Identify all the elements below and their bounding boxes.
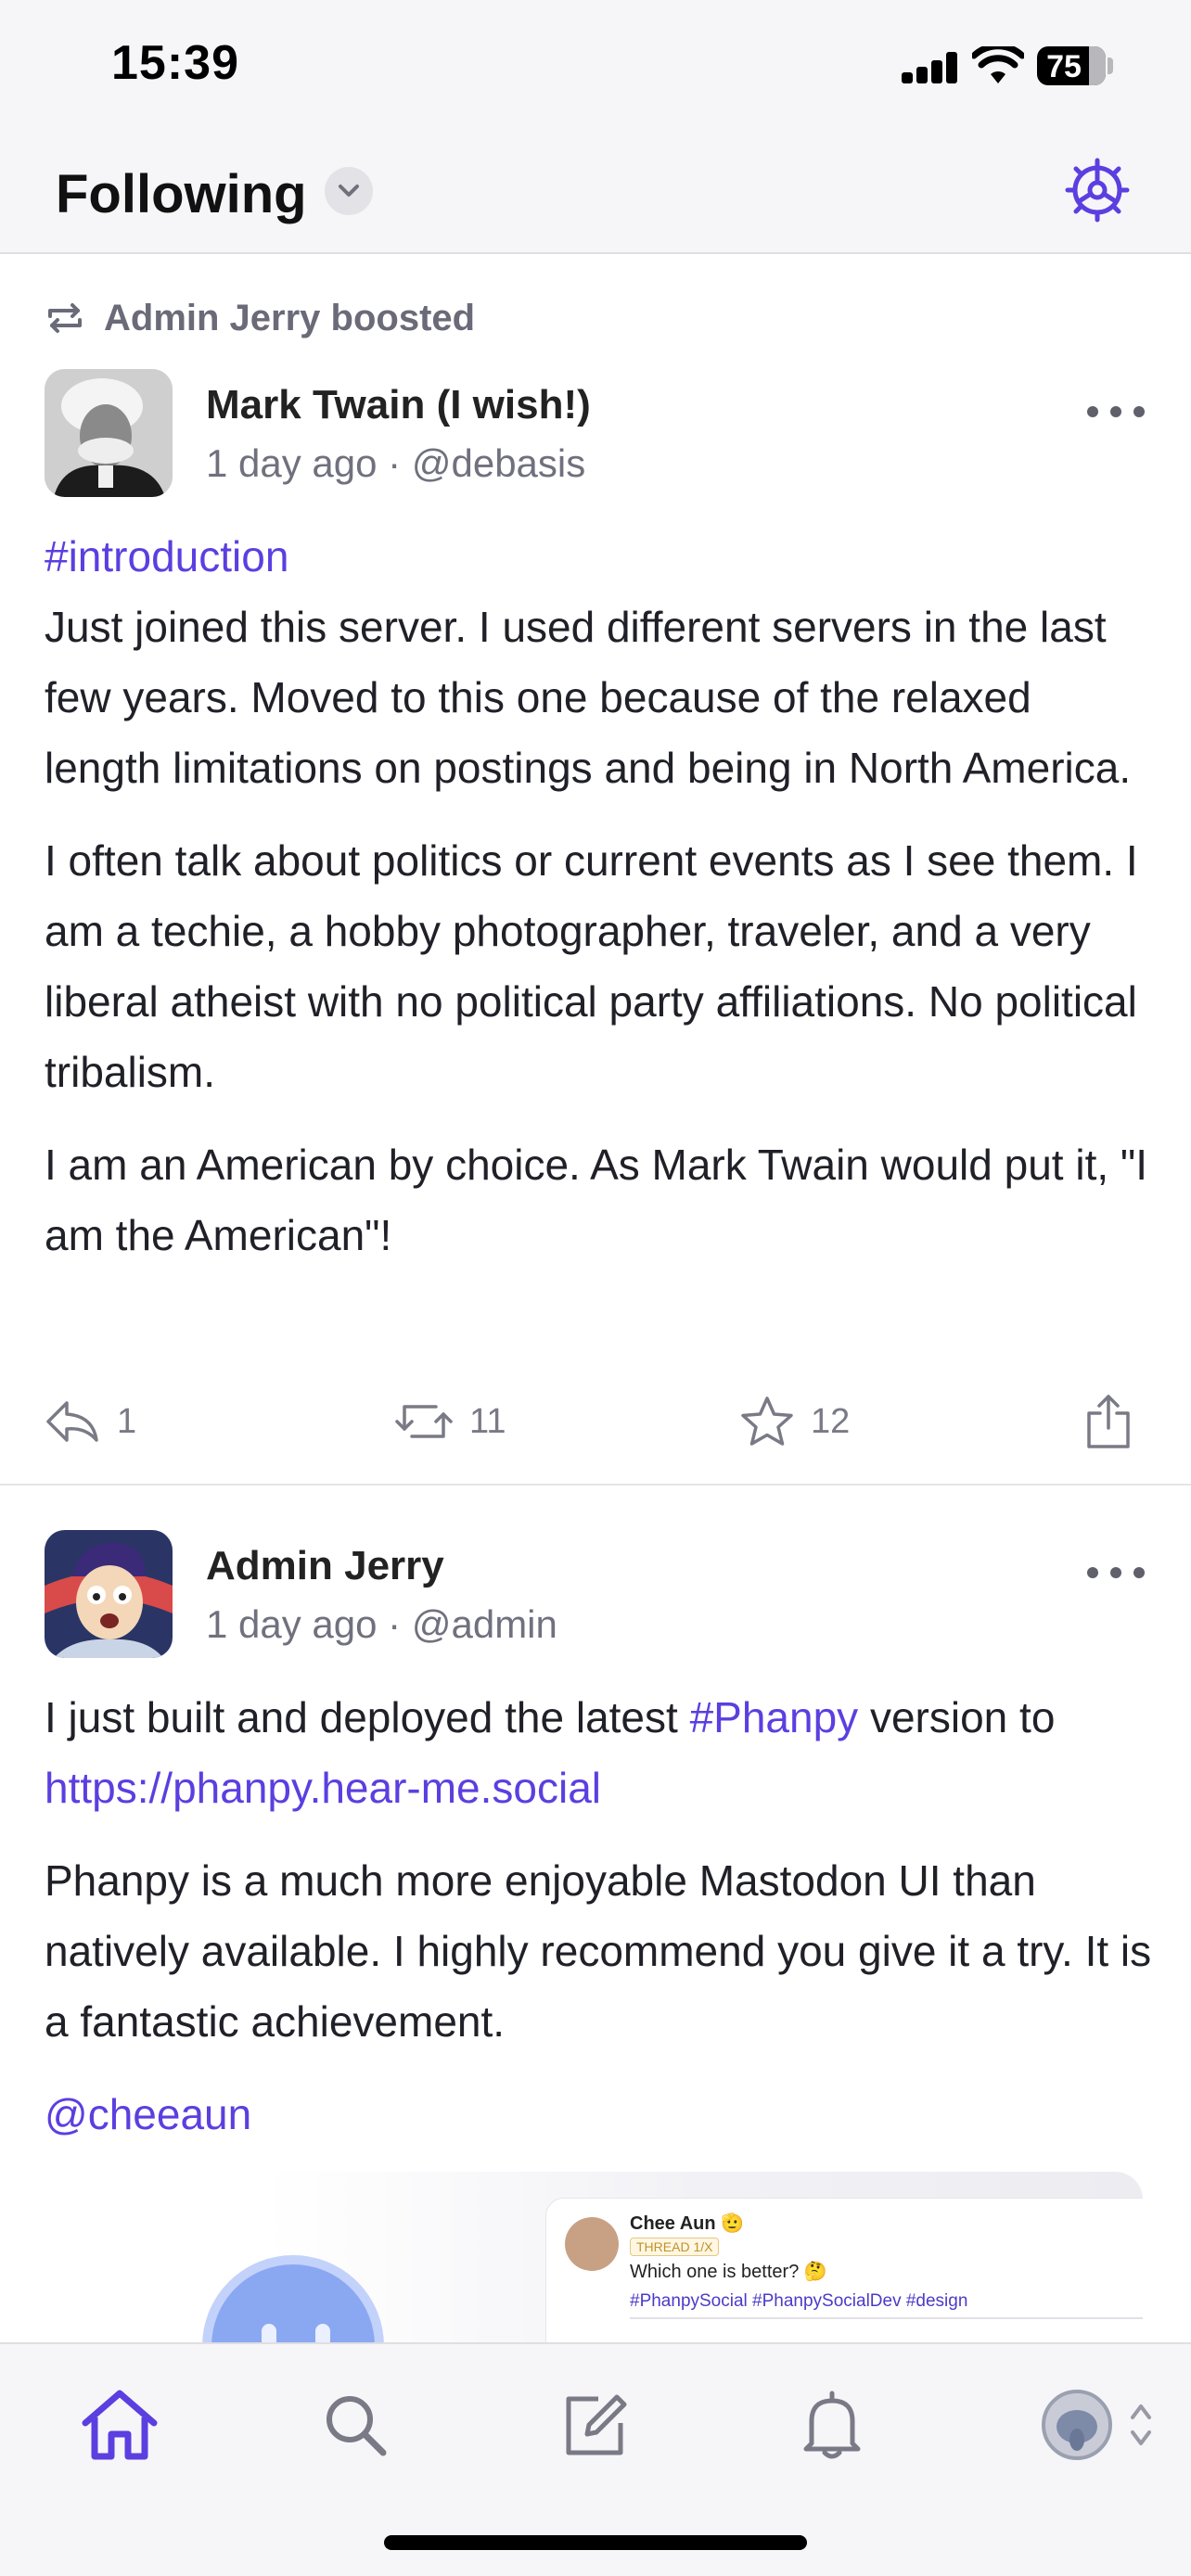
boost-indicator: Admin Jerry boosted: [45, 297, 475, 339]
reply-button[interactable]: 1: [45, 1380, 136, 1463]
boost-label: Admin Jerry boosted: [104, 297, 476, 338]
cellular-signal-icon: [902, 52, 959, 83]
hashtag-link[interactable]: #introduction: [45, 521, 1158, 592]
post-time[interactable]: 1 day ago: [206, 1602, 378, 1646]
paragraph-text: I just built and deployed the latest: [45, 1693, 690, 1741]
preview-screenshot: Chee Aun 🫡 THREAD 1/X Which one is bette…: [545, 2198, 1143, 2348]
paragraph-text: version to: [858, 1693, 1056, 1741]
search-icon: [327, 2396, 387, 2456]
post-paragraph: I just built and deployed the latest #Ph…: [45, 1682, 1158, 1823]
link-preview-card[interactable]: Chee Aun 🫡 THREAD 1/X Which one is bette…: [45, 2172, 1143, 2348]
post-paragraph: Just joined this server. I used differen…: [45, 603, 1132, 792]
author-name[interactable]: Mark Twain (I wish!): [206, 382, 591, 428]
tab-home[interactable]: [78, 2383, 161, 2467]
chevron-down-icon[interactable]: [325, 167, 373, 215]
tab-account-switcher[interactable]: [1028, 2383, 1167, 2467]
bell-icon: [803, 2391, 861, 2459]
tab-search[interactable]: [314, 2383, 397, 2467]
share-button[interactable]: [1083, 1380, 1150, 1463]
author-handle[interactable]: @debasis: [412, 441, 585, 485]
boost-icon: [48, 303, 82, 333]
boost-count: 11: [469, 1401, 506, 1441]
preview-hashtags: #PhanpySocial #PhanpySocialDev #design: [630, 2291, 968, 2311]
battery-icon: 75: [1037, 46, 1106, 85]
compose-icon: [566, 2394, 627, 2455]
timeline-header: Following: [0, 130, 1191, 254]
post-meta: 1 day ago · @debasis: [206, 441, 585, 486]
divider: [630, 2317, 1143, 2319]
settings-gear-icon[interactable]: [1063, 156, 1132, 224]
mention-link[interactable]: @cheeaun: [45, 2079, 1158, 2149]
author-name[interactable]: Admin Jerry: [206, 1543, 444, 1589]
tab-notifications[interactable]: [790, 2383, 874, 2467]
avatar[interactable]: [45, 369, 173, 497]
account-avatar: [1042, 2390, 1112, 2460]
url-link[interactable]: https://phanpy.hear-me.social: [45, 1764, 601, 1812]
chevron-up-down-icon: [1131, 2404, 1151, 2445]
thread-badge: THREAD 1/X: [630, 2238, 720, 2256]
home-indicator[interactable]: [384, 2535, 807, 2550]
phanpy-logo-image: [202, 2255, 384, 2348]
more-options-icon[interactable]: [1087, 1563, 1145, 1582]
share-icon: [1087, 1395, 1130, 1448]
post-paragraph: I am an American by choice. As Mark Twai…: [45, 1141, 1148, 1259]
boost-button[interactable]: 11: [395, 1380, 506, 1463]
meta-separator: ·: [388, 1602, 402, 1646]
preview-text: Which one is better? 🤔: [630, 2262, 827, 2282]
post-content: #introduction Just joined this server. I…: [45, 521, 1158, 1293]
post-actions: 1 11 12: [0, 1380, 1191, 1463]
author-handle[interactable]: @admin: [412, 1602, 557, 1646]
avatar[interactable]: [45, 1530, 173, 1658]
wifi-icon: [972, 46, 1024, 83]
home-icon: [82, 2390, 158, 2460]
preview-author: Chee Aun 🫡: [630, 2213, 745, 2234]
avatar: [565, 2217, 619, 2271]
timeline-post[interactable]: Admin Jerry 1 day ago · @admin I just bu…: [0, 1487, 1191, 2350]
favourite-button[interactable]: 12: [740, 1380, 850, 1463]
timeline-post[interactable]: Admin Jerry boosted Mark Twain (I wish!)…: [0, 256, 1191, 1486]
post-paragraph: I often talk about politics or current e…: [45, 836, 1138, 1096]
status-time: 15:39: [111, 36, 239, 90]
post-time[interactable]: 1 day ago: [206, 441, 378, 485]
more-options-icon[interactable]: [1087, 402, 1145, 421]
favourite-count: 12: [811, 1401, 851, 1441]
hashtag-link[interactable]: #Phanpy: [690, 1693, 859, 1741]
meta-separator: ·: [388, 441, 402, 485]
star-icon: [741, 1396, 793, 1446]
page-title[interactable]: Following: [56, 163, 307, 225]
post-meta: 1 day ago · @admin: [206, 1602, 557, 1647]
tab-compose[interactable]: [553, 2383, 636, 2467]
reply-count: 1: [117, 1401, 137, 1441]
battery-cap: [1108, 57, 1113, 74]
status-bar: 15:39 75: [0, 0, 1191, 130]
boost-icon: [395, 1405, 453, 1438]
reply-icon: [46, 1401, 98, 1442]
battery-level: 75: [1046, 49, 1082, 84]
post-content: I just built and deployed the latest #Ph…: [45, 1682, 1158, 2172]
post-paragraph: Phanpy is a much more enjoyable Mastodon…: [45, 1856, 1152, 2046]
